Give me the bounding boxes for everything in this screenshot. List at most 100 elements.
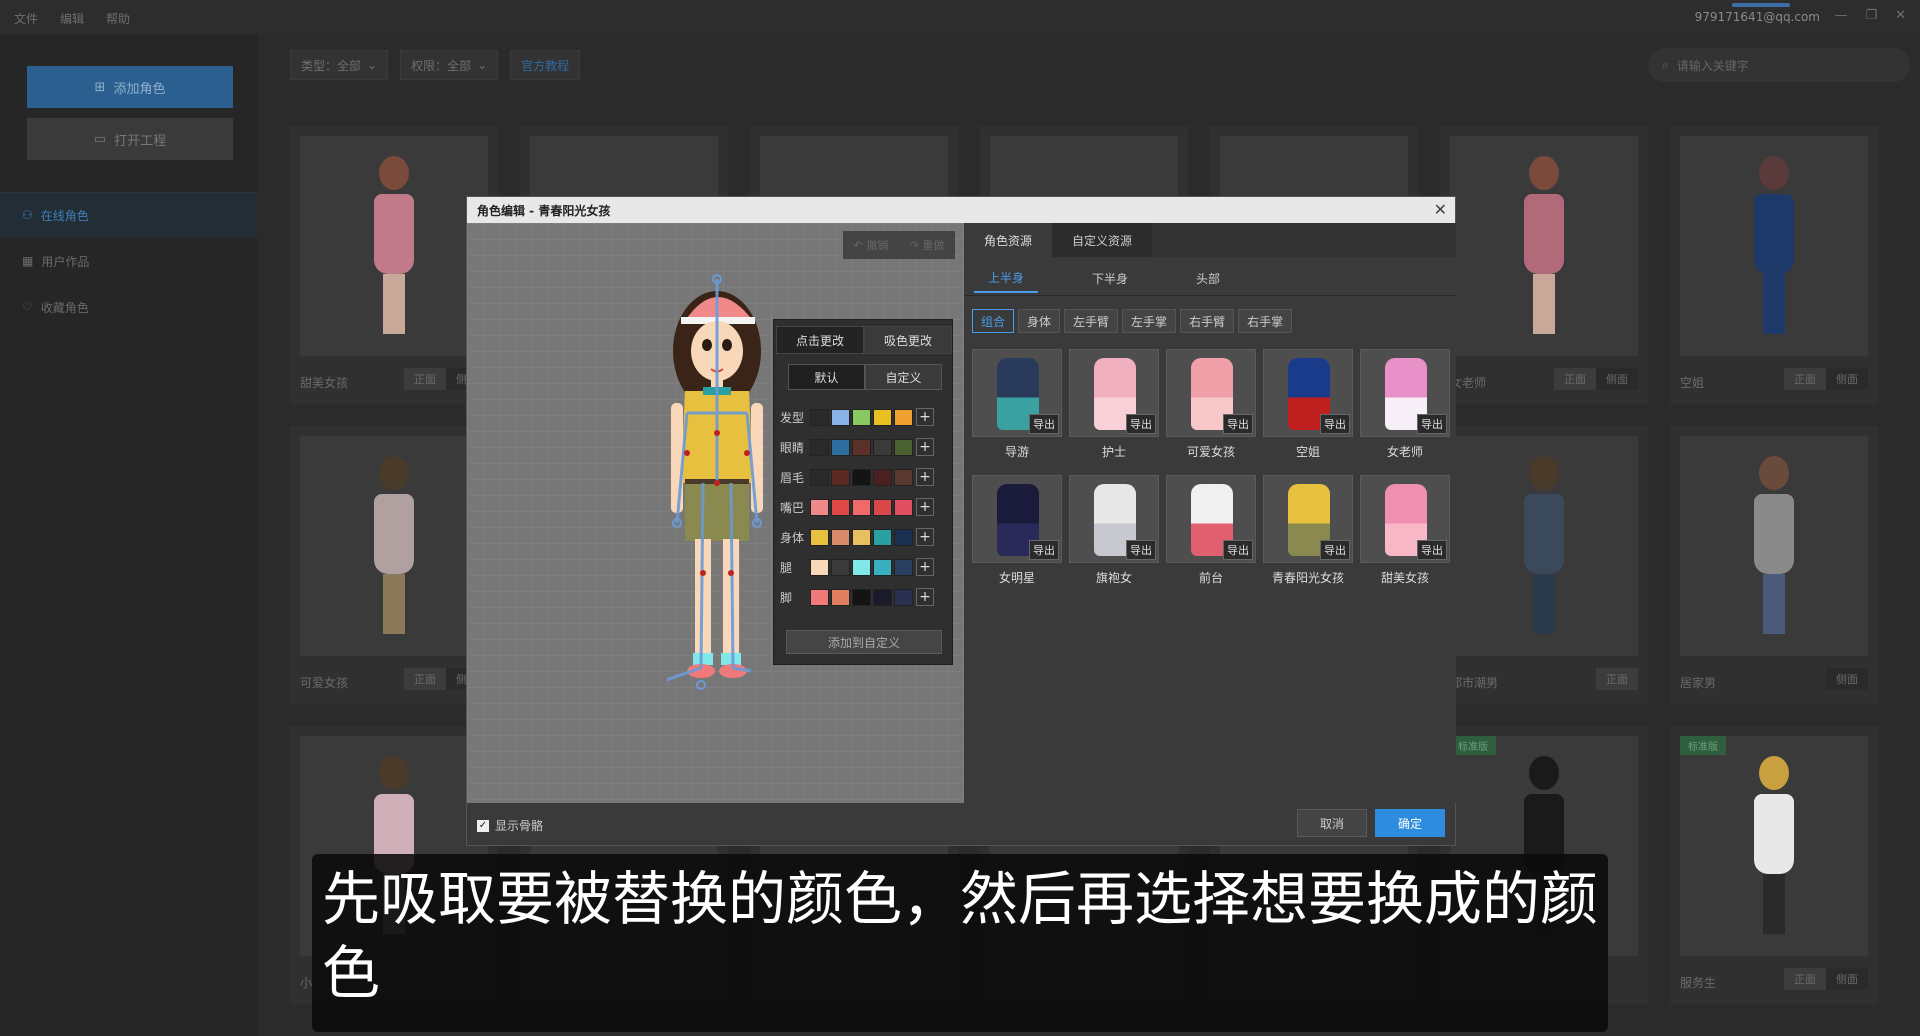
export-button[interactable]: 导出 — [1126, 540, 1156, 560]
export-button[interactable]: 导出 — [1417, 540, 1447, 560]
official-tutorial-button[interactable]: 官方教程 — [510, 50, 581, 80]
color-swatch[interactable] — [831, 528, 850, 546]
open-project-button[interactable]: ▭ 打开工程 — [27, 118, 233, 160]
add-color-icon[interactable]: + — [916, 498, 934, 516]
tab-head[interactable]: 头部 — [1182, 263, 1234, 293]
close-icon[interactable]: ✕ — [1895, 8, 1906, 23]
sidebar-item-online[interactable]: ⚇ 在线角色 — [0, 193, 258, 237]
color-swatch[interactable] — [873, 408, 892, 426]
add-color-icon[interactable]: + — [916, 558, 934, 576]
color-swatch[interactable] — [873, 528, 892, 546]
side-button[interactable]: 侧面 — [1826, 668, 1868, 690]
side-button[interactable]: 侧面 — [1596, 368, 1638, 390]
side-button[interactable]: 侧面 — [1826, 368, 1868, 390]
menu-help[interactable]: 帮助 — [106, 10, 130, 27]
outfit-item[interactable]: 导出 前台 — [1166, 475, 1256, 585]
sidebar-item-favorites[interactable]: ♡ 收藏角色 — [0, 285, 258, 329]
outfit-item[interactable]: 导出 女明星 — [972, 475, 1062, 585]
color-swatch[interactable] — [810, 558, 829, 576]
color-swatch[interactable] — [831, 468, 850, 486]
cat-left-arm[interactable]: 左手臂 — [1064, 309, 1119, 333]
search-input[interactable]: ⌕ 请输入关键字 — [1648, 48, 1910, 82]
cancel-button[interactable]: 取消 — [1297, 809, 1367, 837]
color-swatch[interactable] — [810, 468, 829, 486]
export-button[interactable]: 导出 — [1320, 540, 1350, 560]
outfit-item[interactable]: 导出 女老师 — [1360, 349, 1450, 459]
color-swatch[interactable] — [852, 498, 871, 516]
character-card[interactable]: 标准版 服务生 正面 侧面 — [1670, 726, 1878, 1004]
front-button[interactable]: 正面 — [1784, 368, 1826, 390]
color-swatch[interactable] — [810, 438, 829, 456]
menu-file[interactable]: 文件 — [14, 10, 38, 27]
outfit-item[interactable]: 导出 空姐 — [1263, 349, 1353, 459]
permission-dropdown[interactable]: 权限：全部 ⌄ — [400, 50, 499, 80]
color-swatch[interactable] — [873, 468, 892, 486]
side-button[interactable]: 侧面 — [1826, 968, 1868, 990]
color-swatch[interactable] — [894, 588, 913, 606]
color-swatch[interactable] — [852, 528, 871, 546]
outfit-item[interactable]: 导出 旗袍女 — [1069, 475, 1159, 585]
add-color-icon[interactable]: + — [916, 588, 934, 606]
tab-lower-body[interactable]: 下半身 — [1078, 263, 1142, 293]
tab-character-resources[interactable]: 角色资源 — [964, 223, 1053, 257]
outfit-item[interactable]: 导出 导游 — [972, 349, 1062, 459]
color-swatch[interactable] — [852, 588, 871, 606]
color-swatch[interactable] — [810, 498, 829, 516]
export-button[interactable]: 导出 — [1029, 414, 1059, 434]
export-button[interactable]: 导出 — [1029, 540, 1059, 560]
color-swatch[interactable] — [831, 558, 850, 576]
confirm-button[interactable]: 确定 — [1375, 809, 1445, 837]
color-swatch[interactable] — [852, 438, 871, 456]
front-button[interactable]: 正面 — [404, 368, 446, 390]
color-swatch[interactable] — [894, 408, 913, 426]
type-dropdown[interactable]: 类型：全部 ⌄ — [290, 50, 389, 80]
minimize-icon[interactable]: — — [1834, 8, 1847, 23]
outfit-item[interactable]: 导出 青春阳光女孩 — [1263, 475, 1353, 585]
add-color-icon[interactable]: + — [916, 408, 934, 426]
character-card[interactable]: 居家男 侧面 — [1670, 426, 1878, 704]
color-swatch[interactable] — [894, 528, 913, 546]
cat-right-hand[interactable]: 右手掌 — [1238, 309, 1293, 333]
add-character-button[interactable]: ⊞ 添加角色 — [27, 66, 233, 108]
color-swatch[interactable] — [852, 408, 871, 426]
export-button[interactable]: 导出 — [1320, 414, 1350, 434]
export-button[interactable]: 导出 — [1417, 414, 1447, 434]
tab-custom[interactable]: 自定义 — [865, 364, 942, 390]
character-card[interactable]: 空姐 正面 侧面 — [1670, 126, 1878, 404]
add-color-icon[interactable]: + — [916, 468, 934, 486]
export-button[interactable]: 导出 — [1126, 414, 1156, 434]
color-swatch[interactable] — [873, 498, 892, 516]
outfit-item[interactable]: 导出 护士 — [1069, 349, 1159, 459]
tab-upper-body[interactable]: 上半身 — [974, 263, 1039, 293]
color-swatch[interactable] — [873, 558, 892, 576]
color-swatch[interactable] — [831, 438, 850, 456]
tab-click-change[interactable]: 点击更改 — [776, 326, 864, 354]
add-to-custom-button[interactable]: 添加到自定义 — [786, 630, 942, 654]
color-swatch[interactable] — [852, 558, 871, 576]
add-color-icon[interactable]: + — [916, 438, 934, 456]
export-button[interactable]: 导出 — [1223, 540, 1253, 560]
color-swatch[interactable] — [831, 588, 850, 606]
cat-body[interactable]: 身体 — [1018, 309, 1061, 333]
color-swatch[interactable] — [894, 438, 913, 456]
character-card[interactable]: 都市潮男 正面 — [1440, 426, 1648, 704]
cat-combo[interactable]: 组合 — [972, 309, 1015, 333]
outfit-item[interactable]: 导出 可爱女孩 — [1166, 349, 1256, 459]
character-card[interactable]: 女老师 正面 侧面 — [1440, 126, 1648, 404]
character-figure[interactable] — [667, 273, 777, 693]
add-color-icon[interactable]: + — [916, 528, 934, 546]
tab-custom-resources[interactable]: 自定义资源 — [1052, 223, 1153, 257]
front-button[interactable]: 正面 — [1596, 668, 1638, 690]
editor-canvas[interactable]: ↶ 撤销 ↷ 重做 点击更改 吸色更改 默认 自定义 发型 + 眼睛 + 眉毛 … — [467, 223, 964, 803]
color-swatch[interactable] — [852, 468, 871, 486]
front-button[interactable]: 正面 — [1554, 368, 1596, 390]
account-label[interactable]: 979171641@qq.com — [1695, 10, 1820, 24]
color-swatch[interactable] — [873, 588, 892, 606]
redo-button[interactable]: ↷ 重做 — [910, 237, 945, 253]
color-swatch[interactable] — [810, 588, 829, 606]
cat-right-arm[interactable]: 右手臂 — [1180, 309, 1235, 333]
show-skeleton-checkbox[interactable]: ✓ 显示骨骼 — [477, 817, 543, 834]
sidebar-item-user-works[interactable]: ▦ 用户作品 — [0, 239, 258, 283]
menu-edit[interactable]: 编辑 — [60, 10, 84, 27]
color-swatch[interactable] — [831, 408, 850, 426]
